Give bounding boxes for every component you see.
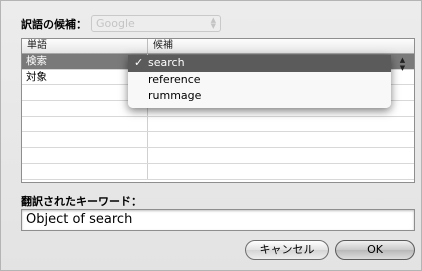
- chevron-up-icon[interactable]: ▲: [398, 56, 407, 64]
- cancel-button[interactable]: キャンセル: [245, 240, 329, 260]
- engine-popup[interactable]: Google ▲ ▼: [91, 15, 221, 32]
- translated-keyword-label: 翻訳されたキーワード：: [21, 195, 142, 208]
- ok-button[interactable]: OK: [335, 240, 415, 260]
- checkmark-icon: ✓: [134, 56, 144, 69]
- translated-keyword-field[interactable]: Object of search: [21, 209, 415, 231]
- popup-stepper[interactable]: ▲ ▼: [398, 56, 407, 90]
- table-row: [22, 116, 414, 133]
- column-header-word[interactable]: 単語: [22, 39, 148, 53]
- translation-dialog: 訳語の候補： Google ▲▼ 単語 候補 検索 search 対象 ✓ se…: [0, 0, 422, 271]
- table-header: 単語 候補: [22, 39, 414, 54]
- chevron-down-icon[interactable]: ▼: [398, 64, 407, 72]
- engine-value: Google: [96, 17, 135, 30]
- column-header-candidate[interactable]: 候補: [148, 39, 414, 53]
- candidate-popup-menu: ✓ search reference rummage: [128, 55, 391, 108]
- table-row: [22, 163, 414, 180]
- popup-arrows-icon: ▲ ▼: [210, 16, 216, 30]
- menu-item-label: rummage: [148, 89, 202, 102]
- candidate-source-row: 訳語の候補：: [21, 15, 87, 33]
- menu-item-search[interactable]: ✓ search: [128, 55, 391, 72]
- menu-item-rummage[interactable]: rummage: [128, 88, 391, 105]
- table-row: [22, 132, 414, 149]
- menu-item-reference[interactable]: reference: [128, 72, 391, 89]
- table-row: [22, 148, 414, 164]
- menu-item-label: search: [148, 56, 185, 69]
- candidate-label: 訳語の候補：: [21, 18, 87, 31]
- menu-item-label: reference: [148, 72, 201, 86]
